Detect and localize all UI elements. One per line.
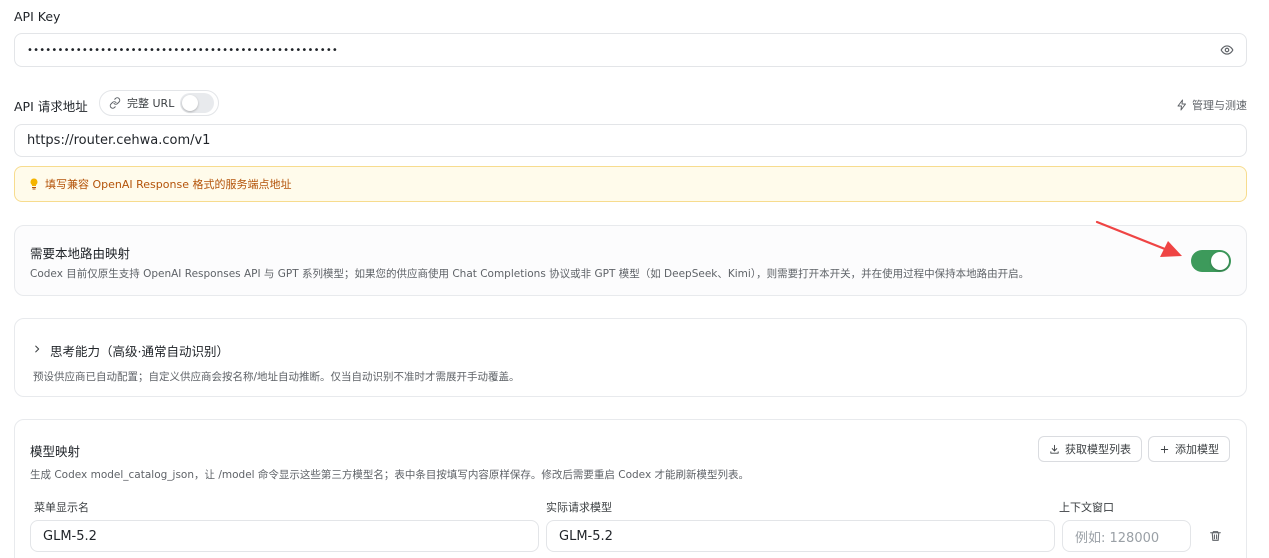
thinking-card[interactable]: 思考能力（高级·通常自动识别） 预设供应商已自动配置；自定义供应商会按名称/地址…	[14, 318, 1247, 397]
request-model-input[interactable]: GLM-5.2	[546, 520, 1055, 552]
api-key-input[interactable]: ••••••••••••••••••••••••••••••••••••••••…	[14, 33, 1247, 67]
add-model-label: 添加模型	[1175, 443, 1219, 456]
add-model-button[interactable]: 添加模型	[1148, 436, 1230, 462]
manage-speedtest-label: 管理与测速	[1192, 99, 1247, 112]
thinking-description: 预设供应商已自动配置；自定义供应商会按名称/地址自动推断。仅当自动识别不准时才需…	[33, 371, 520, 383]
local-routing-switch[interactable]	[1191, 250, 1231, 272]
context-window-input[interactable]: 例如: 128000	[1062, 520, 1191, 552]
column-request-model: 实际请求模型	[546, 501, 612, 514]
endpoint-hint: 填写兼容 OpenAI Response 格式的服务端点地址	[14, 166, 1247, 202]
lightning-icon	[1176, 99, 1188, 111]
api-key-value: ••••••••••••••••••••••••••••••••••••••••…	[27, 44, 339, 56]
download-icon	[1049, 444, 1060, 455]
model-mapping-description: 生成 Codex model_catalog_json，让 /model 命令显…	[30, 469, 750, 481]
thinking-title[interactable]: 思考能力（高级·通常自动识别）	[50, 341, 229, 360]
manage-speedtest-button[interactable]: 管理与测速	[1176, 97, 1247, 113]
lightbulb-icon	[29, 178, 39, 190]
endpoint-hint-text: 填写兼容 OpenAI Response 格式的服务端点地址	[45, 178, 292, 191]
context-window-placeholder: 例如: 128000	[1075, 530, 1160, 546]
display-name-input[interactable]: GLM-5.2	[30, 520, 539, 552]
red-arrow-annotation	[1095, 220, 1182, 257]
api-url-label: API 请求地址	[14, 99, 88, 114]
api-url-input[interactable]: https://router.cehwa.com/v1	[14, 124, 1247, 157]
full-url-toggle[interactable]: 完整 URL	[99, 90, 220, 116]
api-url-value: https://router.cehwa.com/v1	[27, 133, 211, 148]
model-mapping-card: 模型映射 生成 Codex model_catalog_json，让 /mode…	[14, 419, 1247, 558]
local-routing-title: 需要本地路由映射	[30, 246, 131, 261]
full-url-label: 完整 URL	[127, 97, 175, 110]
local-routing-description: Codex 目前仅原生支持 OpenAI Responses API 与 GPT…	[30, 268, 1030, 280]
chevron-right-icon[interactable]	[32, 344, 42, 354]
fetch-models-button[interactable]: 获取模型列表	[1038, 436, 1142, 462]
display-name-value: GLM-5.2	[43, 528, 97, 544]
eye-icon[interactable]	[1220, 43, 1234, 57]
column-display-name: 菜单显示名	[34, 501, 89, 514]
model-mapping-title: 模型映射	[30, 444, 81, 459]
request-model-value: GLM-5.2	[559, 528, 613, 544]
full-url-switch[interactable]	[180, 93, 215, 113]
api-key-label: API Key	[14, 9, 61, 24]
plus-icon	[1159, 444, 1170, 455]
fetch-models-label: 获取模型列表	[1065, 443, 1131, 456]
column-context-window: 上下文窗口	[1059, 501, 1114, 514]
trash-icon[interactable]	[1209, 529, 1222, 543]
link-icon	[109, 97, 121, 109]
local-routing-card: 需要本地路由映射 Codex 目前仅原生支持 OpenAI Responses …	[14, 225, 1247, 296]
